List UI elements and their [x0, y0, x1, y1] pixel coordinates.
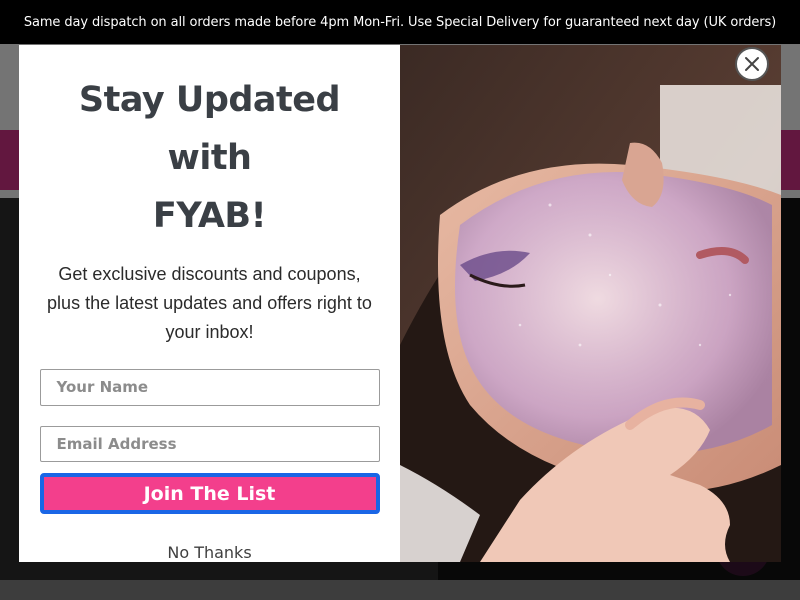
popup-title: Stay Updated with FYAB!	[40, 71, 379, 245]
newsletter-popup: Stay Updated with FYAB! Get exclusive di…	[19, 45, 781, 562]
popup-image	[400, 45, 781, 562]
join-list-label: Join The List	[143, 482, 276, 505]
email-placeholder: Email Address	[56, 434, 177, 453]
close-button[interactable]	[735, 47, 769, 81]
name-placeholder: Your Name	[56, 378, 149, 397]
popup-title-line1: Stay Updated with	[78, 80, 341, 178]
facial-treatment-photo	[400, 45, 781, 562]
announcement-bar: Same day dispatch on all orders made bef…	[0, 0, 800, 44]
no-thanks-button[interactable]: No Thanks	[167, 543, 251, 562]
join-list-button[interactable]: Join The List	[39, 473, 380, 514]
popup-title-line2: FYAB!	[152, 196, 267, 236]
popup-form-panel: Stay Updated with FYAB! Get exclusive di…	[19, 45, 400, 562]
popup-description: Get exclusive discounts and coupons, plu…	[47, 264, 372, 342]
name-input[interactable]: Your Name	[39, 369, 380, 406]
announcement-text: Same day dispatch on all orders made bef…	[23, 14, 777, 30]
close-icon	[745, 57, 759, 71]
email-input[interactable]: Email Address	[39, 425, 380, 462]
